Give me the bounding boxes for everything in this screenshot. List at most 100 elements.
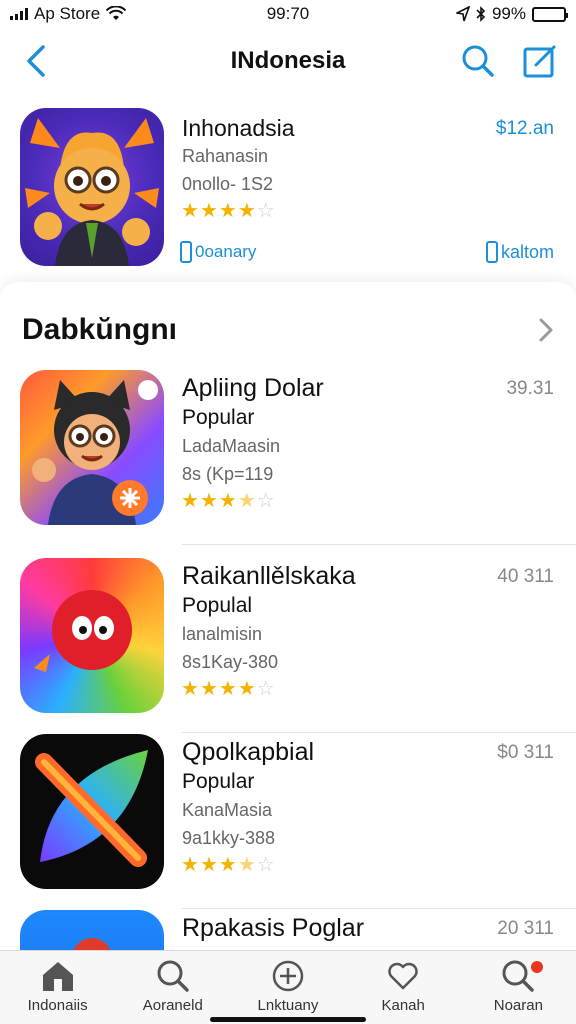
tab-lnktuany[interactable]: Lnktuany: [233, 959, 343, 1014]
featured-link-left-label: 0oanary: [195, 242, 257, 261]
star-full-icon: ★: [218, 200, 237, 222]
plus-circle-icon: [272, 960, 304, 992]
app-price[interactable]: 40 311: [497, 566, 554, 588]
star-full-icon: ★: [199, 490, 218, 512]
star-empty-icon: ☆: [256, 678, 275, 700]
section-title: Dabkŭngnı: [22, 313, 177, 346]
featured-app-icon[interactable]: [20, 108, 164, 266]
star-empty-icon: ☆: [256, 200, 275, 222]
battery-percent: 99%: [491, 4, 526, 23]
featured-app-title[interactable]: Inhonadsia: [182, 115, 295, 142]
tab-noaran[interactable]: Noaran: [463, 959, 573, 1014]
featured-price-button[interactable]: $12.an: [496, 118, 554, 140]
star-half-icon: ★: [237, 854, 256, 876]
tab-label: Aoraneld: [142, 997, 203, 1014]
star-full-icon: ★: [199, 678, 218, 700]
tab-label: Noaran: [493, 997, 543, 1014]
app-category: Popular: [182, 770, 255, 793]
location-icon: [455, 6, 470, 22]
carrier-label: Ap Store: [34, 4, 101, 23]
heart-icon: [388, 962, 418, 990]
list-item[interactable]: Raikanllělskaka Populal lanalmisin 8s1Ka…: [0, 558, 576, 733]
featured-link-right[interactable]: kaltom: [485, 241, 554, 263]
star-empty-icon: ☆: [256, 854, 275, 876]
list-item[interactable]: Apliing Dolar Popular LadaMaasin 8s (Kp=…: [0, 370, 576, 545]
star-full-icon: ★: [237, 200, 256, 222]
star-full-icon: ★: [218, 490, 237, 512]
bluetooth-icon: [476, 6, 486, 22]
featured-app-subtitle: Rahanasin: [182, 146, 269, 166]
home-icon: [42, 962, 73, 991]
status-bar: Ap Store 99:70 99%: [0, 0, 576, 28]
app-price[interactable]: 39.31: [506, 378, 554, 400]
nav-bar: INdonesia: [0, 32, 576, 90]
chevron-left-icon: [27, 45, 45, 77]
star-full-icon: ★: [181, 490, 199, 512]
pencil-shape-icon: [35, 750, 148, 867]
search-button[interactable]: [460, 43, 496, 79]
status-right: 99%: [455, 4, 568, 24]
tab-label: Lnktuany: [257, 997, 319, 1014]
compose-button[interactable]: [522, 43, 558, 79]
notification-badge: [531, 961, 544, 973]
divider: [182, 908, 576, 909]
star-half-icon: ★: [237, 490, 256, 512]
tab-indonaiis[interactable]: Indonaiis: [3, 959, 113, 1014]
app-glyph-icon: [72, 938, 112, 952]
featured-app-code: 0nollo- 1S2: [182, 174, 274, 194]
nav-actions: [460, 43, 558, 79]
app-name: Apliing Dolar: [182, 374, 324, 402]
bracket-icon: [485, 241, 498, 263]
app-rating: ★ ★ ★ ★ ☆: [181, 855, 275, 875]
star-full-icon: ★: [181, 854, 199, 876]
list-item[interactable]: Qpolkapbial Popular KanaMasia 9a1kky-388…: [0, 734, 576, 909]
home-indicator[interactable]: [210, 1017, 366, 1022]
divider: [182, 732, 576, 733]
cartoon-character-icon: [25, 118, 159, 266]
app-rating: ★ ★ ★ ★ ☆: [181, 679, 275, 699]
tab-bar: Indonaiis Aoraneld Lnktuany Kanah Noaran: [0, 950, 576, 1024]
star-full-icon: ★: [199, 200, 218, 222]
compose-icon: [523, 45, 556, 78]
tab-label: Indonaiis: [27, 997, 88, 1014]
app-price[interactable]: $0 311: [497, 742, 554, 764]
featured-link-left[interactable]: 0oanary: [180, 241, 256, 263]
app-list-section: Dabkŭngnı Apliing Dolar Popular LadaMaas…: [0, 282, 576, 952]
star-full-icon: ★: [181, 678, 199, 700]
search-icon: [157, 960, 189, 992]
tab-aoraneld[interactable]: Aoraneld: [118, 959, 228, 1014]
divider: [182, 544, 576, 545]
section-header[interactable]: Dabkŭngnı: [22, 310, 554, 350]
star-full-icon: ★: [218, 854, 237, 876]
cat-character-icon: [32, 380, 158, 525]
app-developer: lanalmisin: [182, 624, 263, 644]
star-full-icon: ★: [181, 200, 199, 222]
app-category: Populal: [182, 594, 253, 617]
status-left: Ap Store: [10, 4, 127, 24]
tab-kanah[interactable]: Kanah: [348, 959, 458, 1014]
list-item[interactable]: Rpakasis Poglar 20 311: [0, 910, 576, 952]
star-full-icon: ★: [237, 678, 256, 700]
wifi-icon: [106, 6, 127, 20]
featured-link-right-label: kaltom: [500, 241, 554, 262]
app-price[interactable]: 20 311: [497, 918, 554, 940]
app-category: Popular: [182, 406, 255, 429]
app-code: 8s (Kp=119: [182, 464, 274, 484]
app-icon[interactable]: [20, 734, 164, 889]
battery-icon: [532, 6, 568, 22]
featured-rating: ★ ★ ★ ★ ☆: [181, 201, 275, 221]
tab-label: Kanah: [381, 997, 425, 1014]
app-developer: LadaMaasin: [182, 436, 281, 456]
star-empty-icon: ☆: [256, 490, 275, 512]
app-icon[interactable]: [20, 370, 164, 525]
app-code: 8s1Kay-380: [182, 652, 279, 672]
bracket-icon: [180, 241, 192, 263]
app-icon[interactable]: [20, 558, 164, 713]
back-button[interactable]: [18, 43, 54, 79]
signal-icon: [10, 8, 28, 20]
app-rating: ★ ★ ★ ★ ☆: [181, 491, 275, 511]
star-full-icon: ★: [199, 854, 218, 876]
chevron-right-icon[interactable]: [538, 317, 554, 343]
app-developer: KanaMasia: [182, 800, 273, 820]
app-icon[interactable]: [20, 910, 164, 952]
